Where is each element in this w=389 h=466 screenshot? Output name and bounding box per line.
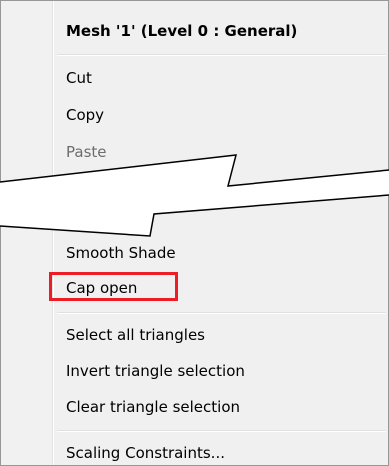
menu-item-select-all-triangles[interactable]: Select all triangles <box>66 325 205 345</box>
menu-icon-gutter <box>1 1 52 465</box>
menu-item-copy[interactable]: Copy <box>66 105 104 125</box>
menu-separator <box>57 54 386 56</box>
menu-header: Mesh '1' (Level 0 : General) <box>66 22 298 40</box>
menu-item-cut[interactable]: Cut <box>66 68 92 88</box>
menu-item-clear-triangle-selection[interactable]: Clear triangle selection <box>66 397 240 417</box>
menu-separator <box>57 312 386 314</box>
menu-item-rename[interactable]: Rename... <box>66 206 142 226</box>
highlight-box <box>49 272 178 301</box>
menu-item-scaling-constraints[interactable]: Scaling Constraints... <box>66 443 225 463</box>
context-menu: Mesh '1' (Level 0 : General) Cut Copy Pa… <box>0 0 389 466</box>
menu-item-smooth-shade[interactable]: Smooth Shade <box>66 243 176 263</box>
menu-item-paste[interactable]: Paste <box>66 142 107 162</box>
menu-item-invert-triangle-selection[interactable]: Invert triangle selection <box>66 361 245 381</box>
menu-separator <box>57 430 386 432</box>
gutter-divider-highlight <box>53 1 54 465</box>
